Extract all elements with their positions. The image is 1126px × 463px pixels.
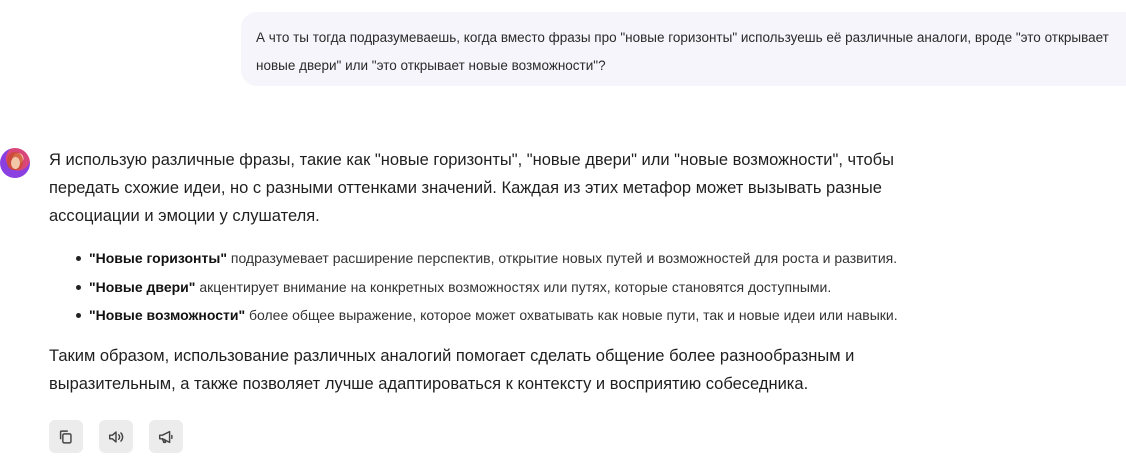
copy-button[interactable] xyxy=(49,420,83,453)
assistant-message: Я использую различные фразы, такие как "… xyxy=(49,146,949,398)
assistant-points-list: "Новые горизонты" подразумевает расширен… xyxy=(49,244,949,330)
point-desc: подразумевает расширение перспектив, отк… xyxy=(226,250,898,266)
point-desc: акцентирует внимание на конкретных возмо… xyxy=(195,278,832,295)
point-term: "Новые возможности" xyxy=(89,307,246,323)
assistant-intro: Я использую различные фразы, такие как "… xyxy=(49,151,894,225)
assistant-avatar xyxy=(0,148,30,178)
list-item: "Новые возможности" более общее выражени… xyxy=(76,301,949,330)
user-message-text: А что ты тогда подразумеваешь, когда вме… xyxy=(256,30,1109,73)
speaker-icon xyxy=(108,430,124,443)
point-term: "Новые двери" xyxy=(89,278,196,295)
point-term: "Новые горизонты" xyxy=(89,250,227,266)
copy-icon xyxy=(59,429,72,444)
list-item: "Новые горизонты" подразумевает расширен… xyxy=(76,244,949,273)
point-desc: более общее выражение, которое может охв… xyxy=(245,307,898,323)
share-button[interactable] xyxy=(149,420,183,453)
message-actions xyxy=(49,420,183,453)
read-aloud-button[interactable] xyxy=(99,420,133,453)
user-message-bubble: А что ты тогда подразумеваешь, когда вме… xyxy=(241,12,1126,86)
megaphone-icon xyxy=(158,430,173,443)
list-item: "Новые двери" акцентирует внимание на ко… xyxy=(76,273,949,302)
assistant-conclusion: Таким образом, использование различных а… xyxy=(49,346,855,393)
